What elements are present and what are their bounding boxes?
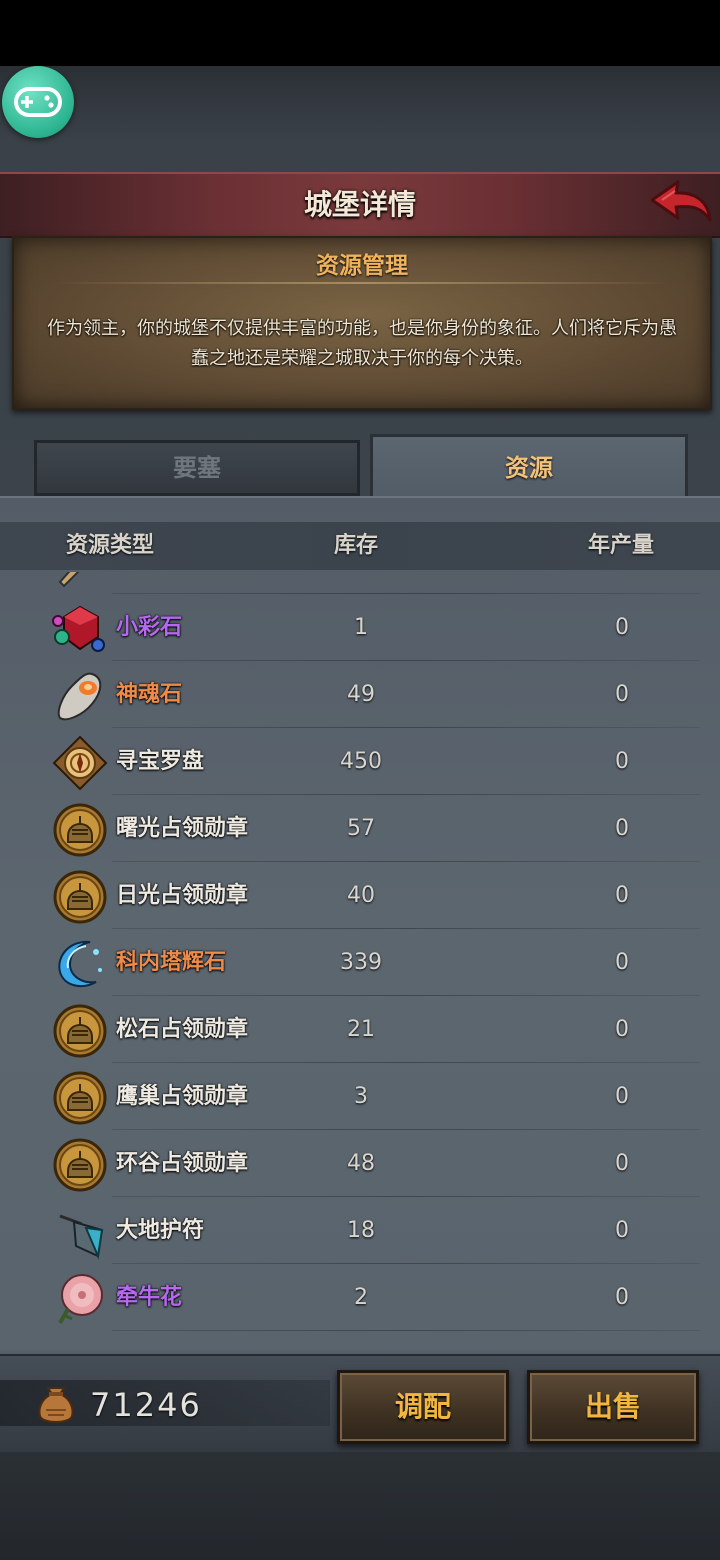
resource-production: 0 — [572, 572, 672, 594]
back-arrow-icon — [650, 180, 712, 222]
page-title: 城堡详情 — [303, 188, 416, 221]
resource-name: 日光占领勋章 — [116, 883, 249, 908]
earth-amulet-icon — [52, 1204, 108, 1260]
table-row[interactable]: 日光占领勋章 40 0 — [0, 862, 720, 929]
back-button[interactable] — [648, 176, 714, 228]
resource-name: 大地护符 — [116, 1218, 205, 1243]
resource-name: 环谷占领勋章 — [116, 1151, 249, 1176]
table-row[interactable]: 大地护符 18 0 — [0, 1197, 720, 1264]
row-divider — [112, 1330, 700, 1331]
description-text: 作为领主，你的城堡不仅提供丰富的功能，也是你身份的象征。人们将它斥为愚蠢之地还是… — [47, 318, 677, 369]
gold-amount: 71246 — [90, 1386, 202, 1424]
table-row[interactable]: 神魂石 49 0 — [0, 661, 720, 728]
resource-name: 科内塔辉石 — [116, 950, 227, 975]
colored-gems-icon — [52, 601, 108, 657]
resource-stock: 3 — [354, 1084, 368, 1109]
sell-button[interactable]: 出售 — [527, 1370, 699, 1444]
table-row[interactable]: 松石占领勋章 21 0 — [0, 996, 720, 1063]
resource-production: 0 — [615, 950, 629, 975]
mining-shovel-icon — [52, 572, 108, 590]
resource-name: 牵牛花 — [116, 1285, 183, 1310]
resource-stock: 21 — [347, 1017, 375, 1042]
table-header: 资源类型 库存 年产量 — [0, 522, 720, 570]
blue-crescent-icon — [52, 936, 108, 992]
screen: 城堡详情 资源管理 作为领主，你的城堡不仅提供丰富的功能，也是你身份的象征。人们… — [0, 0, 720, 1560]
resource-stock: 18 — [347, 1218, 375, 1243]
resource-name: 小彩石 — [116, 615, 183, 640]
column-header-stock[interactable]: 库存 — [334, 522, 378, 570]
table-row[interactable]: 小彩石 1 0 — [0, 594, 720, 661]
title-bar: 城堡详情 — [0, 172, 720, 238]
table-row[interactable]: 曙光占领勋章 57 0 — [0, 795, 720, 862]
resource-production: 0 — [615, 883, 629, 908]
table-row[interactable]: 采矿 1 0 — [0, 572, 720, 594]
resource-stock: 2 — [354, 1285, 368, 1310]
helmet-medal-icon — [52, 1003, 108, 1059]
description-panel: 资源管理 作为领主，你的城堡不仅提供丰富的功能，也是你身份的象征。人们将它斥为愚… — [12, 236, 712, 410]
helmet-medal-icon — [52, 802, 108, 858]
resource-stock: 49 — [347, 682, 375, 707]
resource-name: 神魂石 — [116, 682, 183, 707]
treasure-compass-icon — [52, 735, 108, 791]
divider — [54, 282, 670, 284]
resource-production: 0 — [615, 816, 629, 841]
resource-stock: 339 — [340, 950, 382, 975]
resource-stock: 40 — [347, 883, 375, 908]
helmet-medal-icon — [52, 1070, 108, 1126]
resource-production: 0 — [615, 749, 629, 774]
table-row[interactable]: 寻宝罗盘 450 0 — [0, 728, 720, 795]
soul-stone-icon — [52, 668, 108, 724]
gold-sack-icon — [36, 1382, 76, 1426]
resource-list[interactable]: 采矿 1 0 小彩石 1 0 神魂石 49 0 寻宝罗盘 450 0 曙光占领勋章 57 0 日光占领勋章 40… — [0, 572, 720, 1346]
resource-name: 曙光占领勋章 — [116, 816, 249, 841]
resource-stock: 450 — [340, 749, 382, 774]
column-header-production[interactable]: 年产量 — [588, 522, 654, 570]
gamepad-button[interactable] — [2, 66, 74, 138]
resource-name: 寻宝罗盘 — [116, 749, 205, 774]
description-title: 资源管理 — [316, 253, 408, 279]
resource-production: 0 — [615, 1151, 629, 1176]
resource-name: 采矿 — [116, 572, 160, 594]
resource-name: 鹰巢占领勋章 — [116, 1084, 249, 1109]
morning-glory-icon — [52, 1271, 108, 1327]
helmet-medal-icon — [52, 1137, 108, 1193]
resource-stock: 1 — [354, 615, 368, 640]
resource-production: 0 — [615, 1017, 629, 1042]
adjust-button[interactable]: 调配 — [337, 1370, 509, 1444]
tab-fortress[interactable]: 要塞 — [34, 440, 360, 496]
resource-production: 0 — [615, 1084, 629, 1109]
resource-production: 0 — [615, 682, 629, 707]
table-row[interactable]: 鹰巢占领勋章 3 0 — [0, 1063, 720, 1130]
table-row[interactable]: 牵牛花 2 0 — [0, 1264, 720, 1331]
resource-stock: 1 — [300, 572, 422, 594]
resource-stock: 57 — [347, 816, 375, 841]
helmet-medal-icon — [52, 869, 108, 925]
table-row[interactable]: 科内塔辉石 339 0 — [0, 929, 720, 996]
resource-list-content: 采矿 1 0 小彩石 1 0 神魂石 49 0 寻宝罗盘 450 0 曙光占领勋章 57 0 日光占领勋章 40… — [0, 572, 720, 1331]
tab-resources[interactable]: 资源 — [370, 434, 688, 499]
resource-production: 0 — [615, 1218, 629, 1243]
resource-name: 松石占领勋章 — [116, 1017, 249, 1042]
tab-bar: 要塞 资源 — [0, 434, 720, 499]
gamepad-icon — [14, 87, 62, 117]
resource-production: 0 — [615, 1285, 629, 1310]
resource-production: 0 — [615, 615, 629, 640]
column-header-type[interactable]: 资源类型 — [66, 522, 154, 570]
table-row[interactable]: 环谷占领勋章 48 0 — [0, 1130, 720, 1197]
resource-stock: 48 — [347, 1151, 375, 1176]
